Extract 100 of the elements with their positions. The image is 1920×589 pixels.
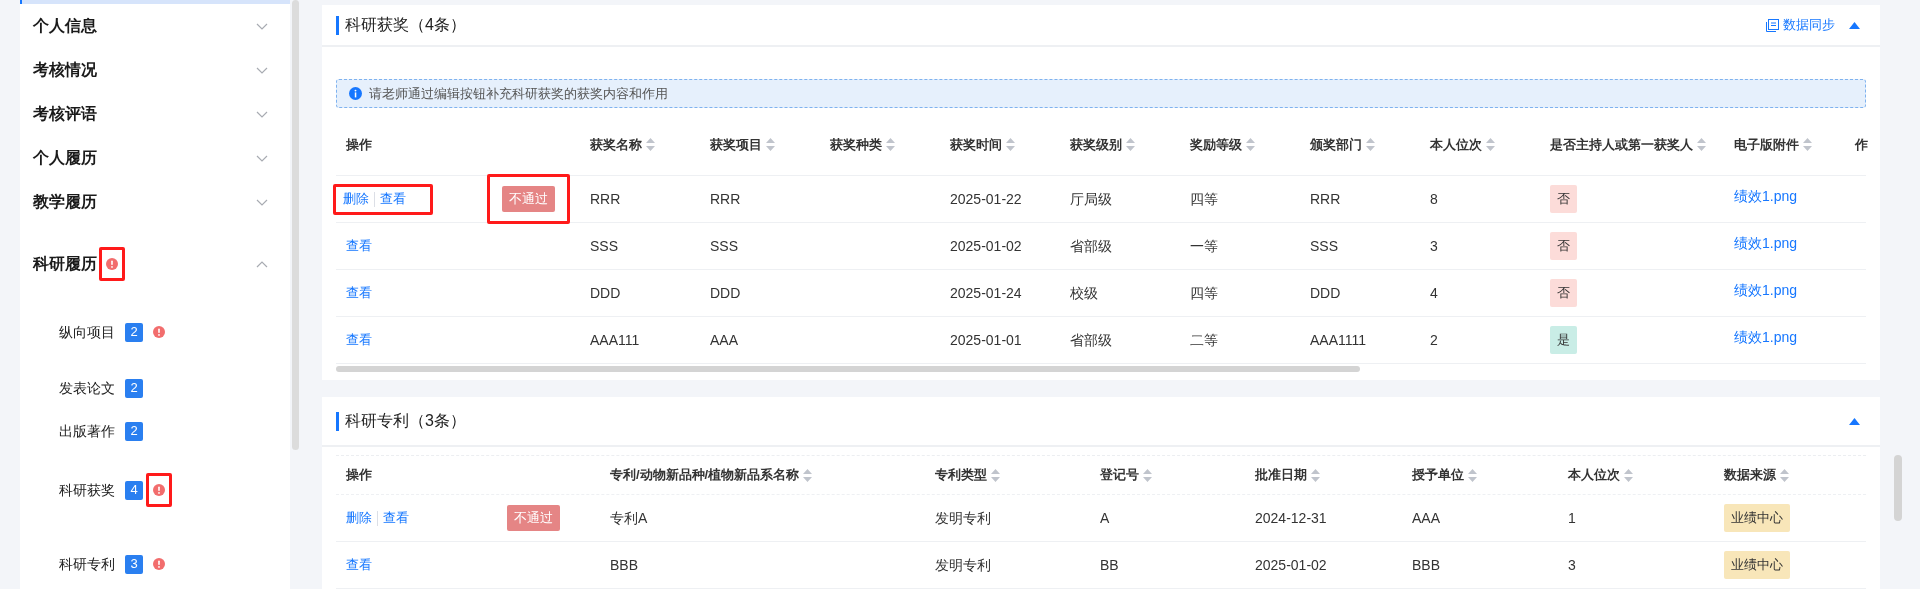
table-cell-text: 2025-01-01 — [950, 330, 1022, 350]
table-cell-text: 四等 — [1190, 189, 1218, 209]
table-cell-text: 发明专利 — [935, 555, 991, 575]
sort-icon[interactable] — [1624, 468, 1633, 482]
table-cell-text: 2025-01-02 — [950, 236, 1022, 256]
column-header: 批准日期 — [1255, 466, 1307, 485]
table-cell-text: 省部级 — [1070, 330, 1112, 350]
attachment-link[interactable]: 绩效1.png — [1734, 326, 1798, 348]
sort-icon[interactable] — [1803, 138, 1812, 151]
attachment-link[interactable]: 绩效1.png — [1734, 232, 1798, 254]
sidebar-item[interactable]: 科研获奖 — [59, 479, 115, 501]
table-cell-text: AAA111 — [590, 330, 640, 350]
scrollbar[interactable] — [1894, 455, 1902, 521]
column-header: 电子版附件 — [1734, 135, 1799, 154]
table-cell-text: 4 — [1430, 283, 1438, 303]
tag: 业绩中心 — [1724, 504, 1790, 532]
table-cell-text: 2025-01-24 — [950, 283, 1022, 303]
table-cell-text: 2025-01-22 — [950, 189, 1022, 209]
action-link[interactable]: 查看 — [383, 508, 409, 528]
attachment-link[interactable]: 绩效1.png — [1734, 279, 1798, 301]
table-row[interactable]: 删除 查看 不通过 专利A 发明专利 A 2024-12-31 AAA 1 业绩中心 — [336, 495, 1866, 542]
column-header: 获奖种类 — [830, 135, 882, 154]
count-badge: 2 — [125, 322, 143, 342]
sidebar-section[interactable]: 科研履历 — [33, 252, 97, 276]
action-link[interactable]: 删除 — [346, 508, 372, 528]
action-link[interactable]: 查看 — [346, 283, 372, 303]
table-row[interactable]: 查看 DDD DDD 2025-01-24 校级 四等 DDD 4 否 绩效1.png — [336, 270, 1866, 317]
status-badge: 不通过 — [507, 505, 560, 531]
notice-text: 请老师通过编辑按钮补充科研获奖的获奖内容和作用 — [369, 84, 668, 103]
action-link[interactable]: 查看 — [346, 330, 372, 350]
attachment-link[interactable]: 绩效1.png — [1734, 185, 1798, 207]
table-cell-text: 省部级 — [1070, 236, 1112, 256]
sidebar-item[interactable]: 出版著作 — [59, 420, 115, 442]
sort-icon[interactable] — [803, 468, 813, 482]
collapse-icon[interactable] — [1849, 417, 1860, 425]
sort-icon[interactable] — [646, 138, 655, 151]
sort-icon[interactable] — [1697, 138, 1706, 151]
collapse-icon[interactable] — [1849, 21, 1860, 29]
tag: 是 — [1550, 326, 1577, 354]
column-header: 获奖项目 — [710, 135, 762, 154]
sidebar-item[interactable]: 科研专利 — [59, 553, 115, 575]
table-cell-text: 8 — [1430, 189, 1438, 209]
sort-icon[interactable] — [1143, 468, 1152, 482]
table-cell-text: AAA — [1412, 508, 1440, 528]
action-link[interactable]: 查看 — [346, 236, 372, 256]
sidebar-section[interactable]: 个人履历 — [33, 146, 97, 170]
horizontal-scrollbar[interactable] — [336, 366, 1360, 372]
sidebar-item[interactable]: 纵向项目 — [59, 321, 115, 343]
action-link[interactable]: 删除 — [343, 189, 369, 209]
column-header: 操作 — [346, 135, 372, 154]
info-icon — [349, 87, 362, 100]
sidebar-item[interactable]: 发表论文 — [59, 377, 115, 399]
sort-icon[interactable] — [766, 138, 775, 151]
column-header: 专利/动物新品种/植物新品系名称 — [610, 466, 800, 485]
sort-icon[interactable] — [1366, 138, 1375, 151]
table-row[interactable]: 删除 查看 不通过 RRR RRR 2025-01-22 厅局级 四等 RRR 8 否 绩效1.png — [336, 176, 1866, 223]
sidebar-section[interactable]: 教学履历 — [33, 190, 97, 214]
table-cell-text: 2025-01-02 — [1255, 555, 1327, 575]
table-cell-text: BB — [1100, 555, 1119, 575]
table-cell-text: 发明专利 — [935, 508, 991, 528]
card-title: 科研专利（3条） — [345, 411, 466, 431]
table-row[interactable]: 查看 BBB 发明专利 BB 2025-01-02 BBB 3 业绩中心 — [336, 542, 1866, 589]
action-link[interactable]: 查看 — [380, 189, 406, 209]
tag: 否 — [1550, 279, 1577, 307]
table-cell-text: 二等 — [1190, 330, 1218, 350]
tag: 业绩中心 — [1724, 551, 1790, 579]
table-cell-text: SSS — [590, 236, 618, 256]
table-cell-text: 2024-12-31 — [1255, 508, 1327, 528]
sort-icon[interactable] — [1006, 138, 1015, 151]
table-cell-text: 一等 — [1190, 236, 1218, 256]
count-badge: 3 — [125, 554, 143, 574]
sort-icon[interactable] — [1468, 468, 1477, 482]
table-cell-text: 四等 — [1190, 283, 1218, 303]
column-header: 专利类型 — [935, 466, 987, 485]
sort-icon[interactable] — [886, 138, 895, 151]
table-row[interactable]: 查看 SSS SSS 2025-01-02 省部级 一等 SSS 3 否 绩效1.png — [336, 223, 1866, 270]
column-header: 获奖名称 — [590, 135, 642, 154]
table-cell-text: 专利A — [610, 508, 648, 528]
scrollbar[interactable] — [291, 0, 299, 450]
sidebar-section[interactable]: 个人信息 — [33, 14, 97, 38]
sidebar-section[interactable]: 考核情况 — [33, 58, 97, 82]
sort-icon[interactable] — [1126, 138, 1135, 151]
sidebar-section[interactable]: 考核评语 — [33, 102, 97, 126]
sort-icon[interactable] — [1780, 468, 1789, 482]
table-row[interactable]: 查看 AAA111 AAA 2025-01-01 省部级 二等 AAA1111 2 是 绩效1.png — [336, 317, 1866, 364]
column-header: 数据来源 — [1724, 466, 1776, 485]
column-header: 授予单位 — [1412, 466, 1464, 485]
sync-button[interactable]: 数据同步 — [1766, 15, 1835, 35]
action-link[interactable]: 查看 — [346, 555, 372, 575]
sort-icon[interactable] — [1311, 468, 1320, 482]
table-cell-text: 厅局级 — [1070, 189, 1112, 209]
sort-icon[interactable] — [1486, 138, 1495, 151]
status-badge: 不通过 — [502, 186, 555, 212]
table-cell-text: RRR — [1310, 189, 1341, 209]
sort-icon[interactable] — [1246, 138, 1255, 151]
column-header: 操作 — [346, 466, 372, 485]
table-cell-text: 3 — [1430, 236, 1438, 256]
table-cell-text: BBB — [610, 555, 638, 575]
tag: 否 — [1550, 185, 1577, 213]
sort-icon[interactable] — [991, 468, 1000, 482]
